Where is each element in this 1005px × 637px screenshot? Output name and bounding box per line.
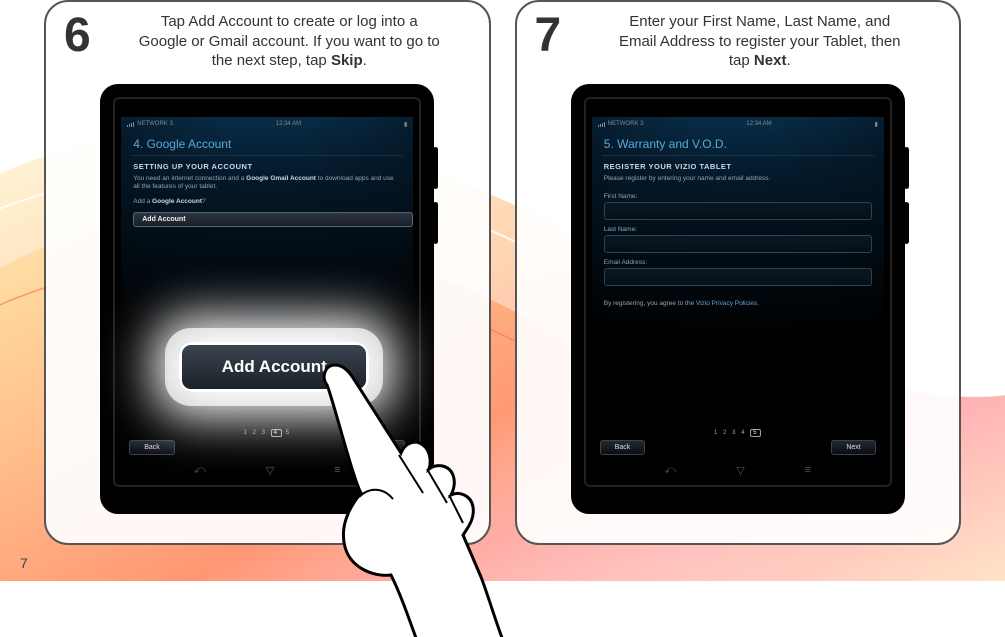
carrier-label: NETWORK 3: [608, 121, 644, 127]
step-instruction-7: Enter your First Name, Last Name, and Em…: [609, 12, 942, 71]
screen-paragraph: You need an internet connection and a Go…: [121, 175, 413, 198]
pager: 1 2 3 4 5: [121, 430, 413, 436]
skip-button[interactable]: Skip: [362, 440, 406, 455]
system-nav-bar: ⤺ ▽ ≡: [121, 459, 413, 481]
sys-menu-icon[interactable]: ≡: [805, 464, 811, 476]
next-button[interactable]: Next: [831, 440, 875, 455]
system-nav-bar: ⤺ ▽ ≡: [592, 459, 884, 481]
step-number-6: 6: [64, 12, 124, 60]
carrier-label: NETWORK 3: [137, 121, 173, 127]
signal-icon: [127, 122, 134, 127]
tablet-device-7: NETWORK 3 12:34 AM ▮ 5. Warranty and V.O…: [571, 84, 905, 514]
section-heading: REGISTER YOUR VIZIO TABLET: [592, 162, 884, 175]
tablet-screen-6: NETWORK 3 12:34 AM ▮ 4. Google Account S…: [121, 117, 413, 459]
back-button[interactable]: Back: [129, 440, 175, 455]
step-number-7: 7: [535, 12, 595, 60]
clock-label: 12:34 AM: [276, 121, 301, 127]
last-name-label: Last Name:: [592, 222, 884, 235]
battery-icon: ▮: [874, 121, 877, 128]
signal-icon: [598, 122, 605, 127]
section-heading: SETTING UP YOUR ACCOUNT: [121, 162, 413, 175]
add-account-button-small[interactable]: Add Account: [133, 212, 413, 227]
step-card-7: 7 Enter your First Name, Last Name, and …: [515, 0, 962, 545]
screen-title: 4. Google Account: [121, 131, 413, 153]
sys-menu-icon[interactable]: ≡: [334, 464, 340, 476]
email-label: Email Address:: [592, 255, 884, 268]
first-name-label: First Name:: [592, 189, 884, 202]
battery-icon: ▮: [404, 121, 407, 128]
screen-prompt: Add a Google Account?: [121, 198, 413, 212]
tablet-device-6: NETWORK 3 12:34 AM ▮ 4. Google Account S…: [100, 84, 434, 514]
consent-text: By registering, you agree to the Vizio P…: [592, 288, 884, 307]
sys-back-icon[interactable]: ⤺: [194, 464, 206, 477]
sys-down-icon[interactable]: ▽: [736, 464, 744, 477]
privacy-link[interactable]: Vizio Privacy Policies: [696, 300, 757, 307]
sys-down-icon[interactable]: ▽: [266, 464, 274, 477]
status-bar: NETWORK 3 12:34 AM ▮: [592, 117, 884, 131]
add-account-popup[interactable]: Add Account: [179, 342, 369, 392]
status-bar: NETWORK 3 12:34 AM ▮: [121, 117, 413, 131]
first-name-input[interactable]: [604, 202, 872, 220]
last-name-input[interactable]: [604, 235, 872, 253]
clock-label: 12:34 AM: [746, 121, 771, 127]
screen-title: 5. Warranty and V.O.D.: [592, 131, 884, 153]
step-instruction-6: Tap Add Account to create or log into a …: [138, 12, 471, 71]
tablet-screen-7: NETWORK 3 12:34 AM ▮ 5. Warranty and V.O…: [592, 117, 884, 459]
email-input[interactable]: [604, 268, 872, 286]
step-card-6: 6 Tap Add Account to create or log into …: [44, 0, 491, 545]
page-number: 7: [20, 555, 28, 571]
pager: 1 2 3 4 5: [592, 430, 884, 436]
screen-paragraph: Please register by entering your name an…: [592, 175, 884, 189]
sys-back-icon[interactable]: ⤺: [664, 464, 676, 477]
back-button[interactable]: Back: [600, 440, 646, 455]
